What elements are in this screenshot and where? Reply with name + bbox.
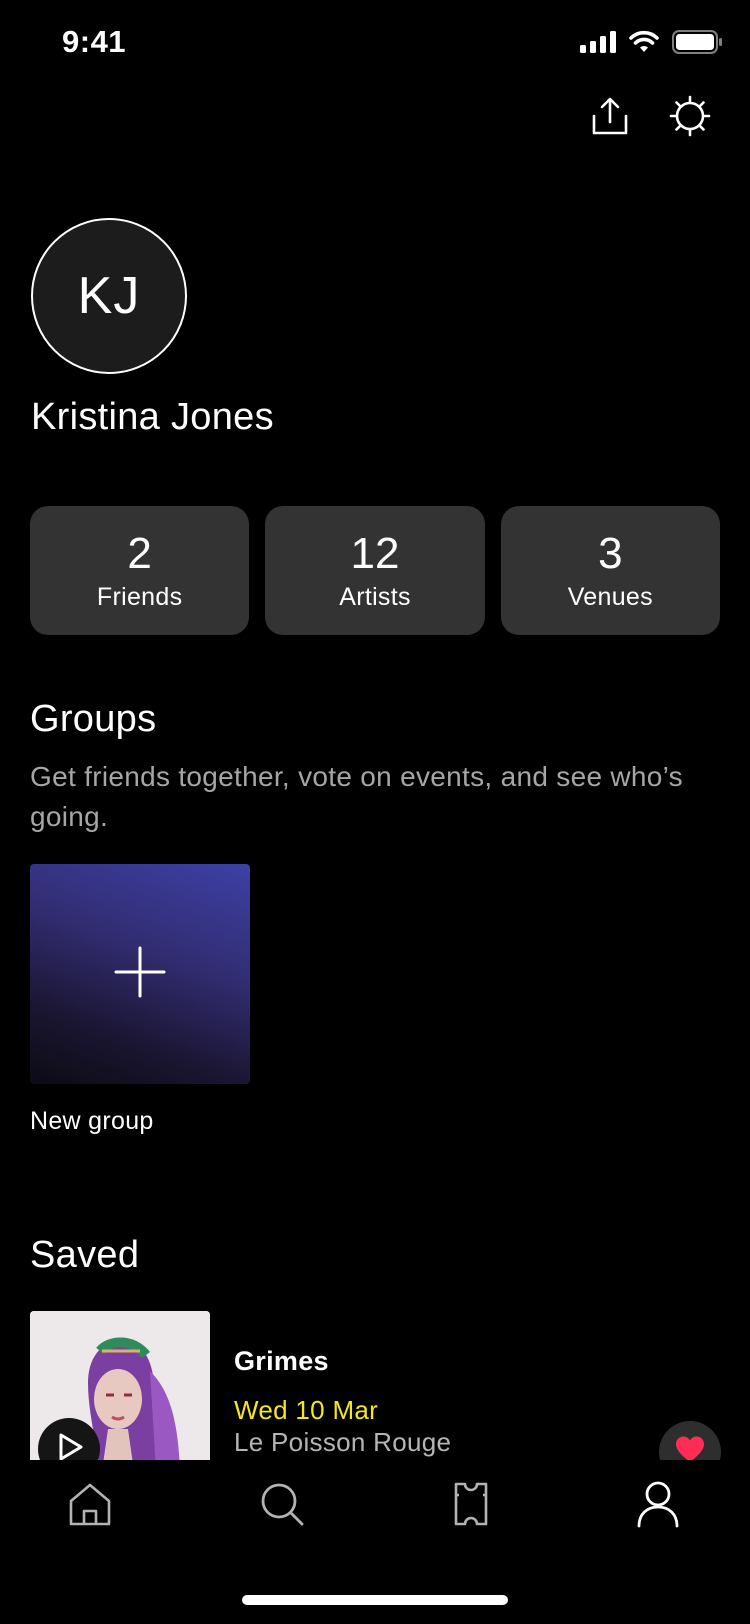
stat-label: Friends [96,582,183,611]
tab-tickets[interactable] [441,1476,501,1536]
profile-name: Kristina Jones [31,396,274,438]
stat-label: Artists [339,582,411,611]
new-group-label: New group [30,1107,154,1135]
settings-icon [669,95,711,142]
groups-description: Get friends together, vote on events, an… [30,761,683,832]
avatar[interactable]: KJ [31,218,187,374]
stats-row: 2 Friends 12 Artists 3 Venues [30,506,720,635]
stat-value: 2 [127,528,152,578]
stat-card-venues[interactable]: 3 Venues [500,506,720,635]
share-button[interactable] [586,94,634,142]
settings-button[interactable] [666,94,714,142]
search-icon [259,1481,305,1532]
wifi-icon [628,30,660,59]
plus-icon [114,946,166,1003]
saved-title: Saved [30,1234,140,1276]
groups-title: Groups [30,698,157,740]
event-date: Wed 10 Mar [234,1395,379,1425]
stat-value: 3 [598,528,623,578]
avatar-initials: KJ [77,267,141,325]
home-icon [67,1481,113,1532]
share-icon [590,96,630,141]
new-group-button[interactable] [30,864,250,1084]
profile-icon [636,1480,680,1533]
battery-icon [672,30,722,59]
stat-value: 12 [350,528,400,578]
home-indicator [242,1595,508,1605]
stat-label: Venues [567,582,653,611]
event-venue: Le Poisson Rouge [234,1427,452,1457]
stat-card-friends[interactable]: 2 Friends [30,506,250,635]
tickets-icon [451,1481,491,1532]
status-icons [580,30,722,59]
tab-profile[interactable] [628,1476,688,1536]
cellular-signal-icon [580,31,616,58]
event-artist[interactable]: Grimes [234,1346,329,1377]
tab-search[interactable] [252,1476,312,1536]
status-time: 9:41 [62,24,127,59]
tab-home[interactable] [60,1476,120,1536]
stat-card-artists[interactable]: 12 Artists [265,506,485,635]
